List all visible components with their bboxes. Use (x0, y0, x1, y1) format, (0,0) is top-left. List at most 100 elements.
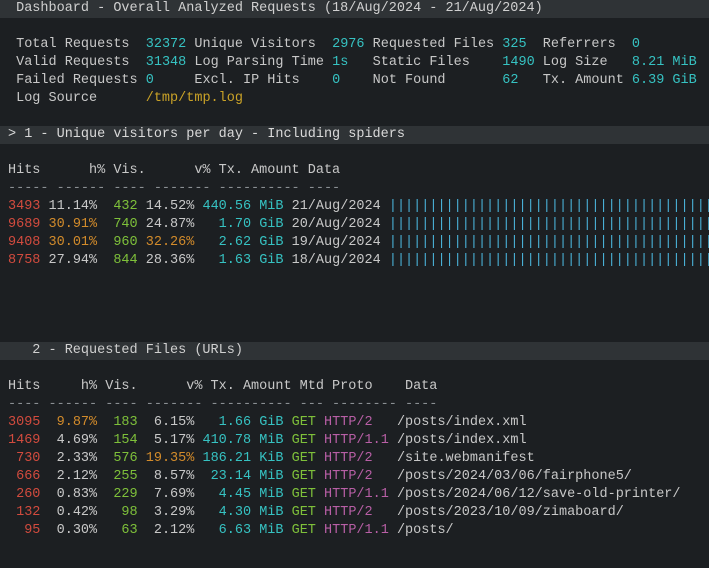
label: Total Requests (16, 37, 138, 52)
hits-pct: 30.91% (49, 217, 98, 232)
table-row[interactable]: 9689 30.91% 740 24.87% 1.70 GiB 20/Aug/2… (0, 216, 709, 234)
label: Referrers (543, 37, 624, 52)
value: 32372 (146, 37, 187, 52)
method: GET (292, 469, 316, 484)
label: Log Source (16, 91, 129, 106)
table-row[interactable]: 260 0.83% 229 7.69% 4.45 MiB GET HTTP/1.… (0, 486, 709, 504)
blank (0, 270, 709, 288)
protocol: HTTP/1.1 (324, 433, 389, 448)
hits: 95 (8, 523, 40, 538)
visitors-pct: 32.26% (146, 235, 195, 250)
tx-amount: 4.45 (202, 487, 251, 502)
value: 325 (502, 37, 534, 52)
visitors: 183 (105, 415, 137, 430)
table-row[interactable]: 3493 11.14% 432 14.52% 440.56 MiB 21/Aug… (0, 198, 709, 216)
hits: 9689 (8, 217, 40, 232)
hits-pct: 11.14% (49, 199, 98, 214)
tx-amount: 6.63 (202, 523, 251, 538)
hits-pct: 4.69% (49, 433, 98, 448)
hits-pct: 2.33% (49, 451, 98, 466)
table-row[interactable]: 95 0.30% 63 2.12% 6.63 MiB GET HTTP/1.1 … (0, 522, 709, 540)
url: /posts/2023/10/09/zimaboard/ (397, 505, 624, 520)
visitors-pct: 3.29% (146, 505, 195, 520)
label: Requested Files (373, 37, 495, 52)
panel-title-text: 2 - Requested Files (URLs) (8, 343, 243, 358)
method: GET (292, 433, 316, 448)
table-row[interactable]: 132 0.42% 98 3.29% 4.30 MiB GET HTTP/2 /… (0, 504, 709, 522)
bar-chart: ||||||||||||||||||||||||||||||||||||||||… (389, 253, 709, 268)
header-bar: Dashboard - Overall Analyzed Requests (1… (0, 0, 709, 18)
hits: 8758 (8, 253, 40, 268)
tx-unit: MiB (259, 433, 283, 448)
visitors-pct: 8.57% (146, 469, 195, 484)
table-row[interactable]: 9408 30.01% 960 32.26% 2.62 GiB 19/Aug/2… (0, 234, 709, 252)
tx-unit: MiB (259, 505, 283, 520)
method: GET (292, 523, 316, 538)
label: Log Parsing Time (194, 55, 324, 70)
date: 21/Aug/2024 (292, 199, 381, 214)
hits: 666 (8, 469, 40, 484)
bar-chart: ||||||||||||||||||||||||||||||||||||||||… (389, 235, 709, 250)
hits: 260 (8, 487, 40, 502)
table-row[interactable]: 730 2.33% 576 19.35% 186.21 KiB GET HTTP… (0, 450, 709, 468)
blank (0, 306, 709, 324)
table-row[interactable]: 1469 4.69% 154 5.17% 410.78 MiB GET HTTP… (0, 432, 709, 450)
visitors-pct: 19.35% (146, 451, 195, 466)
visitors: 844 (105, 253, 137, 268)
stats-row-3: Failed Requests 0 Excl. IP Hits 0 Not Fo… (0, 72, 709, 90)
panel-1-header: Hits h% Vis. v% Tx. Amount Data (0, 162, 709, 180)
hits: 9408 (8, 235, 40, 250)
tx-unit: GiB (259, 253, 283, 268)
visitors: 98 (105, 505, 137, 520)
visitors-pct: 6.15% (146, 415, 195, 430)
blank (0, 324, 709, 342)
value: 0 (332, 73, 364, 88)
method: GET (292, 505, 316, 520)
visitors: 229 (105, 487, 137, 502)
stats-row-2: Valid Requests 31348 Log Parsing Time 1s… (0, 54, 709, 72)
tx-amount: 1.63 (202, 253, 251, 268)
stats-row-4: Log Source /tmp/tmp.log (0, 90, 709, 108)
blank (0, 144, 709, 162)
panel-2-rule: ---- ------ ---- ------- ---------- --- … (0, 396, 709, 414)
blank (0, 360, 709, 378)
tx-amount: 440.56 (202, 199, 251, 214)
protocol: HTTP/2 (324, 469, 389, 484)
tx-unit: MiB (259, 487, 283, 502)
label: Log Size (543, 55, 624, 70)
rule: ----- ------ ---- ------- ---------- ---… (8, 181, 348, 196)
date: 19/Aug/2024 (292, 235, 381, 250)
table-row[interactable]: 666 2.12% 255 8.57% 23.14 MiB GET HTTP/2… (0, 468, 709, 486)
bar-chart: ||||||||||||||||||||||||||||||||||||||||… (389, 217, 709, 232)
panel-1-title[interactable]: > 1 - Unique visitors per day - Includin… (0, 126, 709, 144)
panel-2-title[interactable]: 2 - Requested Files (URLs) (0, 342, 709, 360)
url: /site.webmanifest (397, 451, 535, 466)
table-row[interactable]: 3095 9.87% 183 6.15% 1.66 GiB GET HTTP/2… (0, 414, 709, 432)
hits-pct: 0.42% (49, 505, 98, 520)
tx-amount: 4.30 (202, 505, 251, 520)
blank (0, 108, 709, 126)
url: /posts/2024/06/12/save-old-printer/ (397, 487, 681, 502)
label: Static Files (373, 55, 495, 70)
panel-title-text: > 1 - Unique visitors per day - Includin… (8, 127, 405, 142)
hits-pct: 0.30% (49, 523, 98, 538)
value: /tmp/tmp.log (146, 91, 243, 106)
hits-pct: 30.01% (49, 235, 98, 250)
visitors-pct: 7.69% (146, 487, 195, 502)
tx-unit: MiB (259, 523, 283, 538)
url: /posts/index.xml (397, 415, 527, 430)
tx-unit: MiB (259, 469, 283, 484)
visitors-pct: 5.17% (146, 433, 195, 448)
url: /posts/index.xml (397, 433, 527, 448)
url: /posts/ (397, 523, 454, 538)
table-row[interactable]: 8758 27.94% 844 28.36% 1.63 GiB 18/Aug/2… (0, 252, 709, 270)
value: 6.39 GiB (632, 73, 697, 88)
label: Tx. Amount (543, 73, 624, 88)
panel-2-header: Hits h% Vis. v% Tx. Amount Mtd Proto Dat… (0, 378, 709, 396)
tx-amount: 1.70 (202, 217, 251, 232)
hits-pct: 2.12% (49, 469, 98, 484)
label: Not Found (373, 73, 495, 88)
tx-unit: GiB (259, 217, 283, 232)
column-headers: Hits h% Vis. v% Tx. Amount Data (8, 163, 397, 178)
tx-amount: 2.62 (202, 235, 251, 250)
